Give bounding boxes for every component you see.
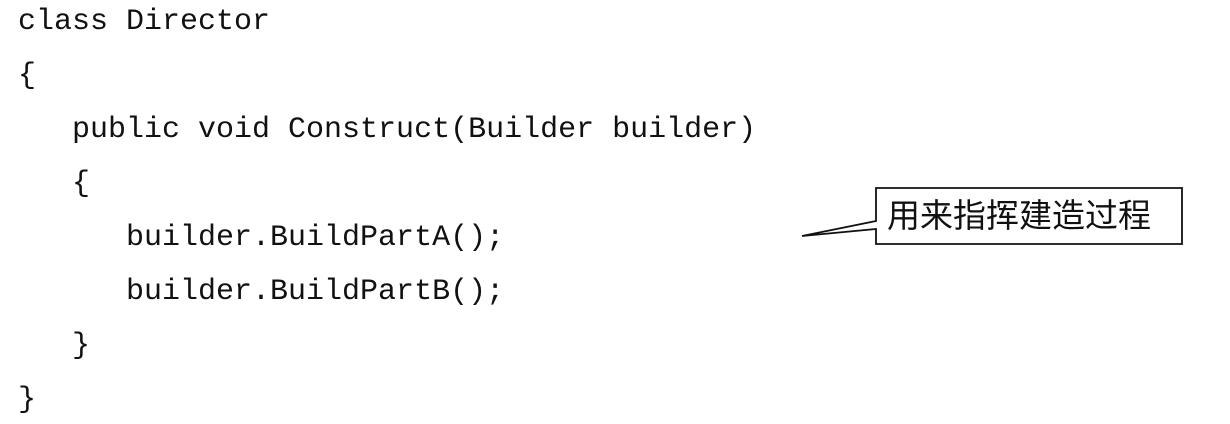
callout-label: 用来指挥建造过程 [887,196,1151,235]
